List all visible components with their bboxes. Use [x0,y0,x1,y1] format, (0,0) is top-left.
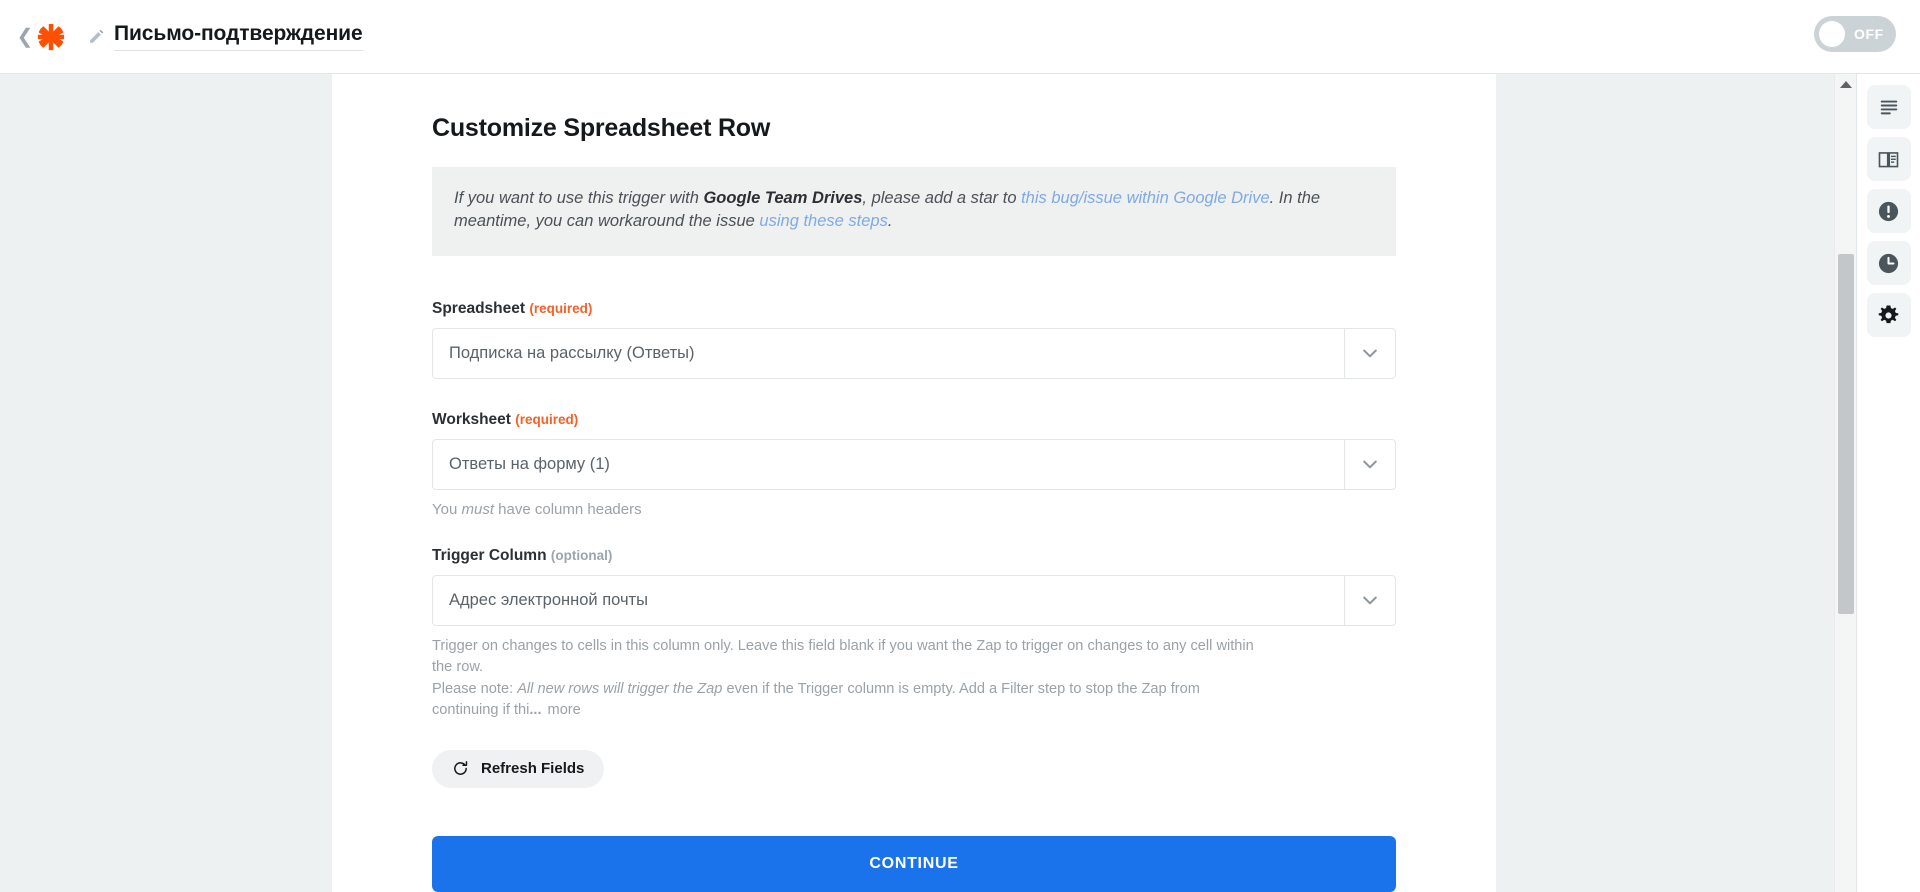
page-body: Customize Spreadsheet Row If you want to… [0,74,1920,892]
scroll-up-arrow-icon[interactable] [1839,81,1852,88]
callout-text-4: . [887,212,893,231]
help-emphasis: must [461,500,494,518]
chevron-down-icon[interactable] [1344,328,1395,378]
chevron-down-glyph [1363,349,1377,358]
notes-lines-icon [1880,100,1897,115]
callout-link-using-these-steps[interactable]: using these steps [759,212,887,230]
rail-item-docs[interactable] [1866,137,1911,181]
chevron-down-icon[interactable] [1344,575,1395,625]
field-worksheet: Worksheet (required) Ответы на форму (1)… [432,411,1396,521]
callout-bold-1: Google Team Drives [703,189,863,207]
trigger-help-ellipsis: ... [529,702,542,719]
field-trigger-column: Trigger Column (optional) Адрес электрон… [432,547,1396,722]
toggle-knob [1819,21,1845,47]
trigger-help-emphasis: All new rows will trigger the Zap [517,680,723,697]
help-post: have column headers [494,500,642,518]
pencil-icon[interactable] [88,28,105,45]
spreadsheet-select-value: Подписка на рассылку (Ответы) [449,343,695,362]
field-spreadsheet: Spreadsheet (required) Подписка на рассы… [432,300,1396,379]
chevron-down-icon[interactable] [1344,439,1395,489]
help-pre: You [432,500,462,518]
zap-title[interactable]: Письмо-подтверждение [114,22,363,51]
rail-item-alerts[interactable] [1866,189,1911,233]
refresh-icon [454,761,468,776]
field-required-badge: (required) [515,411,579,427]
chevron-down-glyph [1363,460,1377,469]
field-label-spreadsheet: Spreadsheet (required) [432,300,1396,318]
toggle-label: OFF [1854,26,1884,42]
back-chevron-icon[interactable]: ❮ [17,24,34,50]
rail-item-settings[interactable] [1866,293,1911,337]
refresh-fields-label: Refresh Fields [481,760,585,778]
trigger-column-select-value: Адрес электронной почты [449,590,648,609]
info-callout: If you want to use this trigger with Goo… [432,167,1396,256]
continue-button[interactable]: CONTINUE [432,835,1396,892]
scrollbar-thumb[interactable] [1838,254,1854,614]
show-more-link[interactable]: more [548,702,581,718]
worksheet-help-text: You must have column headers [432,499,1396,521]
field-label-text: Worksheet [432,410,511,428]
field-label-text: Trigger Column [432,546,547,564]
callout-text-1: If you want to use this trigger with [454,189,704,207]
field-required-badge: (required) [529,300,593,316]
right-icon-rail [1856,74,1920,892]
trigger-help-line2-pre: Please note: [432,680,518,697]
zapier-logo-icon[interactable] [36,22,66,52]
chevron-down-glyph [1363,596,1377,605]
refresh-fields-button[interactable]: Refresh Fields [432,749,605,788]
vertical-scrollbar[interactable] [1834,74,1856,892]
trigger-help-line1: Trigger on changes to cells in this colu… [432,637,1254,676]
content-card: Customize Spreadsheet Row If you want to… [332,74,1496,892]
trigger-column-select[interactable]: Адрес электронной почты [432,574,1396,626]
field-optional-badge: (optional) [550,547,613,563]
zap-on-off-toggle[interactable]: OFF [1814,16,1896,52]
rail-item-history[interactable] [1866,241,1911,285]
top-bar: ❮ Письмо-подтверждение OFF [0,0,1920,74]
worksheet-select[interactable]: Ответы на форму (1) [432,438,1396,490]
field-label-trigger-column: Trigger Column (optional) [432,547,1396,565]
field-label-text: Spreadsheet [432,299,526,317]
page-title: Customize Spreadsheet Row [432,114,771,142]
open-book-icon [1878,151,1899,167]
callout-text-2: , please add a star to [862,189,1022,207]
field-label-worksheet: Worksheet (required) [432,411,1396,429]
rail-item-notes[interactable] [1866,85,1911,129]
spreadsheet-select[interactable]: Подписка на рассылку (Ответы) [432,327,1396,379]
clock-icon [1878,253,1899,273]
callout-link-bug-issue[interactable]: this bug/issue within Google Drive [1021,189,1270,207]
worksheet-select-value: Ответы на форму (1) [449,454,610,473]
alert-circle-icon [1878,201,1899,221]
gear-icon [1878,305,1899,323]
trigger-column-help-text: Trigger on changes to cells in this colu… [432,636,1262,722]
